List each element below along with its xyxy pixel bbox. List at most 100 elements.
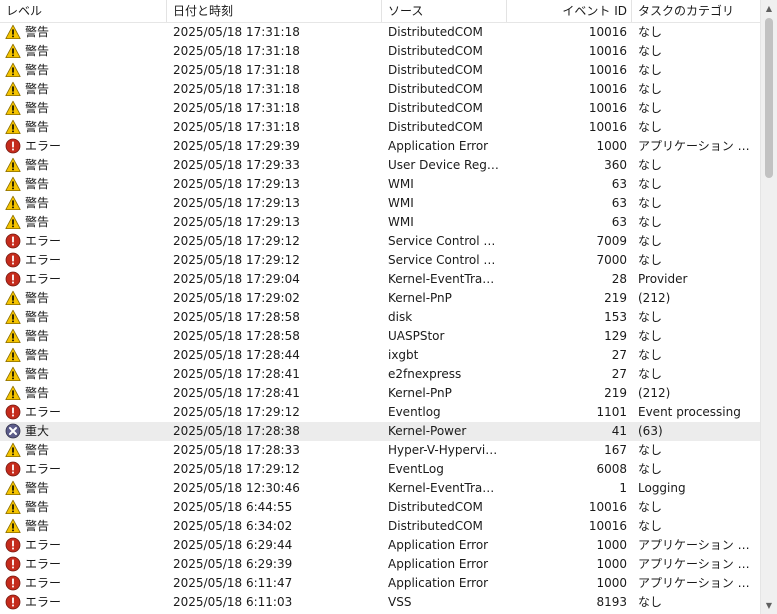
event-level-label: エラー	[25, 576, 62, 590]
event-level: 重大	[5, 422, 165, 441]
event-source: DistributedCOM	[388, 101, 483, 115]
event-source: DistributedCOM	[388, 120, 483, 134]
warning-icon	[5, 480, 21, 496]
event-row[interactable]: 警告 2025/05/18 17:31:18 DistributedCOM 10016…	[0, 23, 760, 42]
event-datetime: 2025/05/18 17:29:12	[173, 462, 300, 476]
event-row[interactable]: 警告 2025/05/18 17:29:13 WMI 63 なし	[0, 175, 760, 194]
event-id: 10016	[588, 63, 627, 77]
event-task-category: なし	[638, 177, 663, 191]
event-id: 219	[604, 386, 627, 400]
scroll-thumb[interactable]	[765, 18, 773, 178]
event-row[interactable]: 警告 2025/05/18 17:28:58 UASPStor 129 なし	[0, 327, 760, 346]
event-source: DistributedCOM	[388, 44, 483, 58]
event-level-label: エラー	[25, 139, 62, 153]
column-header-level[interactable]: レベル	[0, 0, 167, 22]
event-row[interactable]: 警告 2025/05/18 17:28:58 disk 153 なし	[0, 308, 760, 327]
event-row[interactable]: 警告 2025/05/18 17:29:13 WMI 63 なし	[0, 194, 760, 213]
event-datetime: 2025/05/18 17:31:18	[173, 44, 300, 58]
event-row[interactable]: エラー 2025/05/18 17:29:04 Kernel-EventTracin…	[0, 270, 760, 289]
event-row[interactable]: 警告 2025/05/18 17:31:18 DistributedCOM 10016…	[0, 99, 760, 118]
event-task-category: アプリケーション クラッ...	[638, 139, 750, 153]
warning-icon	[5, 43, 21, 59]
event-datetime: 2025/05/18 17:28:41	[173, 367, 300, 381]
event-row[interactable]: 警告 2025/05/18 17:31:18 DistributedCOM 10016…	[0, 61, 760, 80]
event-level-label: エラー	[25, 557, 62, 571]
event-task-category: なし	[638, 234, 663, 248]
event-level-label: エラー	[25, 234, 62, 248]
event-datetime: 2025/05/18 17:28:41	[173, 386, 300, 400]
error-icon	[5, 537, 21, 553]
event-row[interactable]: 警告 2025/05/18 17:31:18 DistributedCOM 10016…	[0, 80, 760, 99]
event-level-label: 重大	[25, 424, 50, 438]
event-level-label: 警告	[25, 291, 50, 305]
scroll-down-arrow-icon[interactable]: ▼	[761, 597, 777, 614]
event-source: Kernel-PnP	[388, 386, 452, 400]
event-row[interactable]: エラー 2025/05/18 6:11:47 Application Error 10…	[0, 574, 760, 593]
event-datetime: 2025/05/18 17:29:12	[173, 405, 300, 419]
warning-icon	[5, 119, 21, 135]
event-datetime: 2025/05/18 17:29:39	[173, 139, 300, 153]
event-row[interactable]: 警告 2025/05/18 17:28:44 ixgbt 27 なし	[0, 346, 760, 365]
scroll-up-arrow-icon[interactable]: ▲	[761, 0, 777, 17]
event-row[interactable]: エラー 2025/05/18 6:29:44 Application Error 10…	[0, 536, 760, 555]
critical-icon	[5, 423, 21, 439]
event-level: 警告	[5, 99, 165, 118]
column-header-source[interactable]: ソース	[382, 0, 507, 22]
error-icon	[5, 271, 21, 287]
column-header-event-id[interactable]: イベント ID	[507, 0, 632, 22]
event-row[interactable]: エラー 2025/05/18 17:29:39 Application Error 1…	[0, 137, 760, 156]
event-row[interactable]: 警告 2025/05/18 17:31:18 DistributedCOM 10016…	[0, 42, 760, 61]
column-header-task-category[interactable]: タスクのカテゴリ	[632, 0, 760, 22]
warning-icon	[5, 366, 21, 382]
event-row[interactable]: 警告 2025/05/18 12:30:46 Kernel-EventTracing…	[0, 479, 760, 498]
event-source: disk	[388, 310, 413, 324]
event-source: Kernel-PnP	[388, 291, 452, 305]
event-row[interactable]: エラー 2025/05/18 17:29:12 EventLog 6008 なし	[0, 460, 760, 479]
event-id: 1000	[596, 576, 627, 590]
event-task-category: なし	[638, 595, 663, 609]
event-row[interactable]: エラー 2025/05/18 17:29:12 Service Control Ma…	[0, 232, 760, 251]
event-row[interactable]: 警告 2025/05/18 17:29:02 Kernel-PnP 219 (212)	[0, 289, 760, 308]
event-task-category: アプリケーション クラッ...	[638, 538, 750, 552]
event-id: 1101	[596, 405, 627, 419]
event-row[interactable]: 警告 2025/05/18 17:28:41 Kernel-PnP 219 (212)	[0, 384, 760, 403]
event-id: 7009	[596, 234, 627, 248]
event-id: 10016	[588, 101, 627, 115]
event-row[interactable]: 警告 2025/05/18 6:44:55 DistributedCOM 10016 な…	[0, 498, 760, 517]
warning-icon	[5, 62, 21, 78]
event-level: 警告	[5, 365, 165, 384]
event-row[interactable]: 警告 2025/05/18 17:29:13 WMI 63 なし	[0, 213, 760, 232]
event-row[interactable]: 警告 2025/05/18 17:28:33 Hyper-V-Hypervisor 1…	[0, 441, 760, 460]
event-row[interactable]: 警告 2025/05/18 17:31:18 DistributedCOM 10016…	[0, 118, 760, 137]
error-icon	[5, 233, 21, 249]
event-row[interactable]: エラー 2025/05/18 6:11:03 VSS 8193 なし	[0, 593, 760, 612]
event-row[interactable]: エラー 2025/05/18 6:29:39 Application Error 10…	[0, 555, 760, 574]
event-level-label: エラー	[25, 272, 62, 286]
column-header-datetime[interactable]: 日付と時刻	[167, 0, 382, 22]
event-row[interactable]: 警告 2025/05/18 17:29:33 User Device Registr…	[0, 156, 760, 175]
event-task-category: なし	[638, 462, 663, 476]
event-source: VSS	[388, 595, 412, 609]
event-source: Kernel-EventTracing	[388, 481, 499, 495]
event-row[interactable]: 警告 2025/05/18 6:34:02 DistributedCOM 10016 な…	[0, 517, 760, 536]
error-icon	[5, 138, 21, 154]
event-source: Kernel-EventTracing	[388, 272, 499, 286]
event-id: 10016	[588, 25, 627, 39]
event-level: 警告	[5, 327, 165, 346]
event-row[interactable]: 重大 2025/05/18 17:28:38 Kernel-Power 41 (63)	[0, 422, 760, 441]
event-row[interactable]: エラー 2025/05/18 17:29:12 Eventlog 1101 Event …	[0, 403, 760, 422]
event-row[interactable]: エラー 2025/05/18 17:29:12 Service Control Ma…	[0, 251, 760, 270]
event-datetime: 2025/05/18 12:30:46	[173, 481, 300, 495]
event-datetime: 2025/05/18 17:29:13	[173, 177, 300, 191]
event-row[interactable]: 警告 2025/05/18 17:28:41 e2fnexpress 27 なし	[0, 365, 760, 384]
column-header-bar: レベル 日付と時刻 ソース イベント ID タスクのカテゴリ	[0, 0, 760, 23]
event-datetime: 2025/05/18 17:31:18	[173, 25, 300, 39]
error-icon	[5, 461, 21, 477]
event-level: エラー	[5, 403, 165, 422]
event-task-category: (63)	[638, 424, 663, 438]
event-task-category: なし	[638, 500, 663, 514]
event-source: UASPStor	[388, 329, 445, 343]
vertical-scrollbar[interactable]: ▲ ▼	[760, 0, 777, 614]
event-level-label: 警告	[25, 196, 50, 210]
event-id: 153	[604, 310, 627, 324]
